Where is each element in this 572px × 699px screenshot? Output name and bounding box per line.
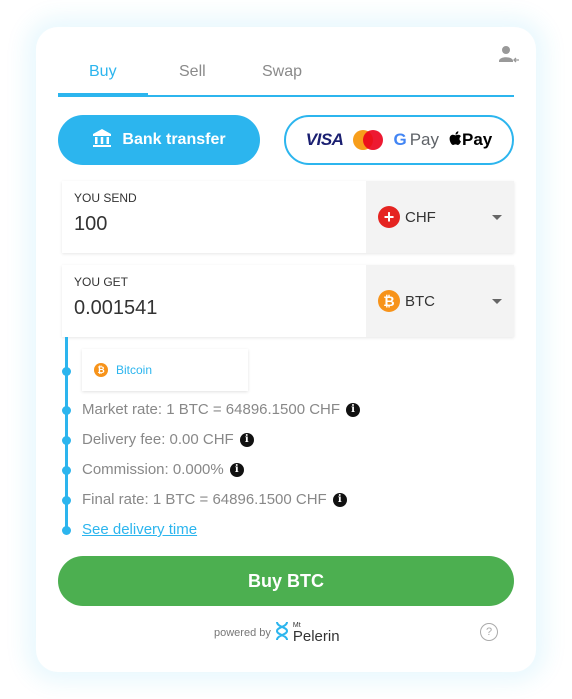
chevron-down-icon — [492, 214, 502, 220]
timeline-dot — [62, 496, 71, 505]
send-field: YOU SEND + CHF — [62, 181, 514, 253]
brand-name: Mt Pelerin — [292, 621, 340, 645]
google-pay-logo: G Pay — [393, 130, 439, 149]
delivery-fee-row: Delivery fee: 0.00 CHF i — [82, 431, 254, 448]
bitcoin-icon: ₿ — [378, 290, 400, 312]
bitcoin-icon: ₿ — [94, 363, 108, 377]
get-amount-input[interactable] — [74, 297, 354, 320]
final-rate-row: Final rate: 1 BTC = 64896.1500 CHF i — [82, 491, 347, 508]
tab-swap[interactable]: Swap — [262, 63, 302, 81]
market-rate-row: Market rate: 1 BTC = 64896.1500 CHF i — [82, 401, 361, 418]
mastercard-logo — [353, 130, 384, 150]
network-label: Bitcoin — [116, 363, 153, 377]
commission-text: Commission: 0.000% — [82, 461, 224, 478]
info-icon[interactable]: i — [229, 462, 244, 477]
network-selector[interactable]: ₿ Bitcoin — [82, 349, 248, 391]
buy-button[interactable]: Buy BTC — [58, 556, 514, 606]
timeline-dot — [62, 367, 71, 376]
help-icon[interactable]: ? — [480, 623, 498, 641]
send-currency-label: CHF — [405, 208, 436, 226]
timeline-dot — [62, 466, 71, 475]
delivery-time-row: See delivery time — [82, 521, 197, 538]
get-currency-label: BTC — [405, 292, 435, 310]
market-rate-text: Market rate: 1 BTC = 64896.1500 CHF — [82, 401, 341, 418]
see-delivery-time-link[interactable]: See delivery time — [82, 521, 197, 538]
tab-bar: Buy Sell Swap — [58, 57, 514, 97]
powered-by: powered by Mt Pelerin — [214, 621, 340, 644]
swiss-flag-icon: + — [378, 206, 400, 228]
timeline-dot — [62, 406, 71, 415]
info-icon[interactable]: i — [346, 402, 361, 417]
delivery-fee-text: Delivery fee: 0.00 CHF — [82, 431, 234, 448]
apple-pay-logo: Pay — [449, 130, 492, 150]
user-login-icon[interactable] — [498, 45, 520, 65]
info-icon[interactable]: i — [332, 492, 347, 507]
timeline-dot — [62, 526, 71, 535]
get-currency-select[interactable]: ₿ BTC — [366, 265, 514, 337]
visa-logo: VISA — [305, 130, 344, 149]
send-currency-select[interactable]: + CHF — [366, 181, 514, 253]
bank-transfer-button[interactable]: Bank transfer — [58, 115, 260, 165]
final-rate-text: Final rate: 1 BTC = 64896.1500 CHF — [82, 491, 327, 508]
powered-by-text: powered by — [214, 626, 271, 639]
get-label: YOU GET — [74, 275, 129, 289]
tab-buy[interactable]: Buy — [89, 63, 117, 81]
bank-icon — [92, 128, 112, 153]
commission-row: Commission: 0.000% i — [82, 461, 244, 478]
card-payment-button[interactable]: VISA G Pay Pay — [284, 115, 514, 165]
chevron-down-icon — [492, 298, 502, 304]
widget-card: Buy Sell Swap Bank transfer VISA G Pay P… — [36, 27, 536, 672]
timeline-dot — [62, 436, 71, 445]
mt-pelerin-logo-icon — [275, 621, 289, 644]
get-field: YOU GET ₿ BTC — [62, 265, 514, 337]
send-amount-input[interactable] — [74, 213, 354, 236]
send-label: YOU SEND — [74, 191, 137, 205]
bank-transfer-label: Bank transfer — [122, 131, 226, 148]
tab-active-indicator — [58, 93, 148, 97]
tab-sell[interactable]: Sell — [179, 63, 206, 81]
info-icon[interactable]: i — [239, 432, 254, 447]
